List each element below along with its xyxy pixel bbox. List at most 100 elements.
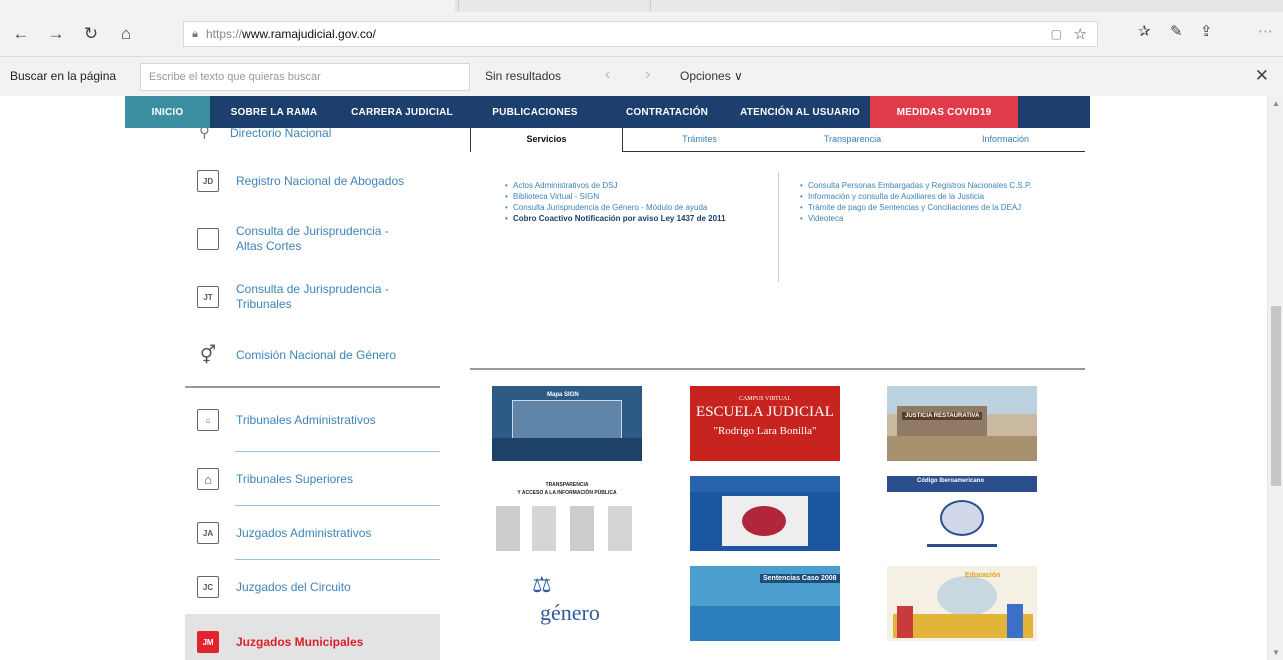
menu-item-label: Consulta de Jurisprudencia - Altas Corte… bbox=[236, 224, 389, 253]
tile-label: JUSTICIA RESTAURATIVA bbox=[902, 412, 983, 420]
menu-item-jurisprudencia-tribunales[interactable]: JT Consulta de Jurisprudencia - Tribunal… bbox=[185, 268, 440, 326]
service-link[interactable]: Actos Administrativos de DSJ bbox=[505, 180, 760, 191]
find-results: Sin resultados bbox=[485, 69, 562, 83]
tile-subtitle: "Rodrigo Lara Bonilla" bbox=[713, 425, 817, 437]
menu-item-label: Tribunales Superiores bbox=[236, 471, 353, 486]
menu-item-juzgados-circuito[interactable]: JC Juzgados del Circuito bbox=[185, 560, 440, 614]
menu-item-label: Juzgados Administrativos bbox=[236, 525, 372, 540]
page-scrollbar[interactable]: ▲ ▼ bbox=[1267, 96, 1283, 660]
close-icon[interactable]: ✕ bbox=[1255, 66, 1269, 86]
service-link[interactable]: Información y consulta de Auxiliares de … bbox=[800, 191, 1050, 202]
forward-icon[interactable]: → bbox=[42, 20, 70, 48]
menu-item-comision-genero[interactable]: ⚥ Comisión Nacional de Género bbox=[185, 326, 440, 384]
menu-item-directorio[interactable]: ⚲ Directorio Nacional bbox=[185, 124, 440, 152]
tile-sentencias[interactable]: Sentencias Caso 2008 bbox=[690, 566, 840, 641]
tile-escuela-judicial[interactable]: CAMPUS VIRTUAL ESCUELA JUDICIAL "Rodrigo… bbox=[690, 386, 840, 461]
menu-item-juzgados-municipales[interactable]: JM Juzgados Municipales bbox=[185, 614, 440, 660]
services-column-1: Actos Administrativos de DSJ Biblioteca … bbox=[505, 180, 760, 224]
menu-item-jurisprudencia-cortes[interactable]: Consulta de Jurisprudencia - Altas Corte… bbox=[185, 210, 440, 268]
find-next-icon[interactable]: › bbox=[645, 66, 650, 84]
tile-label: CAMPUS VIRTUAL bbox=[738, 396, 792, 402]
tile-mapa-sign[interactable]: Mapa SIGN bbox=[492, 386, 642, 461]
nav-atencion-usuario[interactable]: ATENCIÓN AL USUARIO bbox=[730, 96, 870, 128]
tab-strip bbox=[0, 0, 1283, 12]
tile-transparencia[interactable]: TRANSPARENCIA Y ACCESO A LA INFORMACIÓN … bbox=[492, 476, 642, 551]
tile-justicia-restaurativa[interactable]: JUSTICIA RESTAURATIVA bbox=[887, 386, 1037, 461]
service-link[interactable]: Videoteca bbox=[800, 213, 1050, 224]
service-link[interactable]: Consulta Jurisprudencia de Género - Módu… bbox=[505, 202, 760, 213]
reading-view-icon[interactable]: ▢ bbox=[1051, 27, 1062, 41]
url-host: www.ramajudicial.gov.co/ bbox=[242, 27, 376, 41]
menu-item-label: Comisión Nacional de Género bbox=[236, 347, 397, 362]
tile-genero[interactable]: ⚖ género bbox=[492, 566, 642, 641]
tile-label: TRANSPARENCIA bbox=[545, 482, 589, 488]
service-link[interactable]: Trámite de pago de Sentencias y Concilia… bbox=[800, 202, 1050, 213]
nav-contratacion[interactable]: CONTRATACIÓN bbox=[604, 96, 730, 128]
menu-item-label: Consulta de Jurisprudencia - Tribunales bbox=[236, 282, 389, 311]
menu-item-label: Juzgados del Circuito bbox=[236, 579, 351, 594]
menu-item-tribunales-administrativos[interactable]: ⌂ Tribunales Administrativos bbox=[185, 388, 440, 452]
left-menu: ⚲ Directorio Nacional JD Registro Nacion… bbox=[185, 124, 440, 660]
find-input[interactable]: Escribe el texto que quieras buscar bbox=[140, 63, 470, 91]
tile-label: Sentencias Caso 2008 bbox=[760, 574, 840, 583]
share-icon[interactable]: ⇪ bbox=[1200, 22, 1213, 40]
services-tabs: Servicios Trámites Transparencia Informa… bbox=[470, 128, 1085, 152]
nav-sobre-la-rama[interactable]: SOBRE LA RAMA bbox=[210, 96, 338, 128]
service-link[interactable]: Cobro Coactivo Notificación por aviso Le… bbox=[505, 213, 760, 224]
find-options-button[interactable]: Opciones ∨ bbox=[680, 69, 743, 83]
scale-icon: ⚖ bbox=[532, 572, 552, 597]
tile-label: género bbox=[540, 600, 600, 625]
find-label: Buscar en la página bbox=[10, 69, 117, 83]
browser-tab-active[interactable] bbox=[0, 0, 455, 12]
folder-icon bbox=[197, 228, 219, 250]
browser-tab[interactable] bbox=[458, 0, 648, 12]
nav-carrera-judicial[interactable]: CARRERA JUDICIAL bbox=[338, 96, 466, 128]
address-bar[interactable]: 🔒︎ https://www.ramajudicial.gov.co/ ▢ ☆ bbox=[183, 21, 1098, 47]
scroll-up-icon[interactable]: ▲ bbox=[1272, 99, 1280, 108]
back-icon[interactable]: ← bbox=[7, 20, 35, 48]
services-column-2: Consulta Personas Embargadas y Registros… bbox=[800, 180, 1050, 224]
tile-servicio-judicial[interactable] bbox=[690, 476, 840, 551]
nav-publicaciones[interactable]: PUBLICACIONES bbox=[466, 96, 604, 128]
nav-inicio[interactable]: INICIO bbox=[125, 96, 210, 128]
folder-jm-icon: JM bbox=[197, 631, 219, 653]
scrollbar-thumb[interactable] bbox=[1271, 306, 1281, 486]
home-icon[interactable]: ⌂ bbox=[112, 20, 140, 48]
courthouse-icon: ⌂ bbox=[197, 468, 219, 490]
url-protocol: https:// bbox=[206, 27, 243, 41]
service-link[interactable]: Consulta Personas Embargadas y Registros… bbox=[800, 180, 1050, 191]
menu-item-tribunales-superiores[interactable]: ⌂ Tribunales Superiores bbox=[185, 452, 440, 506]
folder-ja-icon: JA bbox=[197, 522, 219, 544]
folder-jc-icon: JC bbox=[197, 576, 219, 598]
tab-transparencia[interactable]: Transparencia bbox=[776, 128, 929, 151]
more-icon[interactable]: ⋯ bbox=[1258, 22, 1273, 40]
favorite-star-icon[interactable]: ☆ bbox=[1074, 25, 1087, 43]
find-prev-icon[interactable]: ‹ bbox=[605, 66, 610, 84]
menu-item-label: Registro Nacional de Abogados bbox=[236, 173, 405, 188]
section-divider bbox=[470, 368, 1085, 370]
find-bar: Buscar en la página Escribe el texto que… bbox=[0, 56, 1283, 96]
browser-toolbar: ← → ↻ ⌂ 🔒︎ https://www.ramajudicial.gov.… bbox=[0, 12, 1283, 56]
menu-item-registro-abogados[interactable]: JD Registro Nacional de Abogados bbox=[185, 152, 440, 210]
tile-codigo-iberoamericano[interactable]: Código Iberoamericano bbox=[887, 476, 1037, 551]
column-divider bbox=[778, 172, 779, 282]
browser-tab[interactable] bbox=[650, 0, 840, 12]
document-icon: JT bbox=[197, 286, 219, 308]
calendar-icon: JD bbox=[197, 170, 219, 192]
favorites-icon[interactable]: ✰ bbox=[1138, 22, 1151, 40]
refresh-icon[interactable]: ↻ bbox=[77, 20, 105, 48]
tile-educacion[interactable]: Educación bbox=[887, 566, 1037, 641]
tab-informacion[interactable]: Información bbox=[929, 128, 1082, 151]
tab-servicios[interactable]: Servicios bbox=[470, 128, 623, 152]
nav-medidas-covid[interactable]: MEDIDAS COVID19 bbox=[870, 96, 1018, 128]
tab-tramites[interactable]: Trámites bbox=[623, 128, 776, 151]
gender-icon: ⚥ bbox=[199, 344, 217, 365]
tile-label: Código Iberoamericano bbox=[917, 478, 985, 484]
service-link[interactable]: Biblioteca Virtual - SIGN bbox=[505, 191, 760, 202]
scroll-down-icon[interactable]: ▼ bbox=[1272, 648, 1280, 657]
lock-icon: 🔒︎ bbox=[192, 27, 198, 40]
tile-label: Y ACCESO A LA INFORMACIÓN PÚBLICA bbox=[517, 490, 617, 496]
main-navigation: INICIO SOBRE LA RAMA CARRERA JUDICIAL PU… bbox=[125, 96, 1090, 128]
menu-item-juzgados-administrativos[interactable]: JA Juzgados Administrativos bbox=[185, 506, 440, 560]
pen-icon[interactable]: ✎ bbox=[1170, 22, 1183, 40]
